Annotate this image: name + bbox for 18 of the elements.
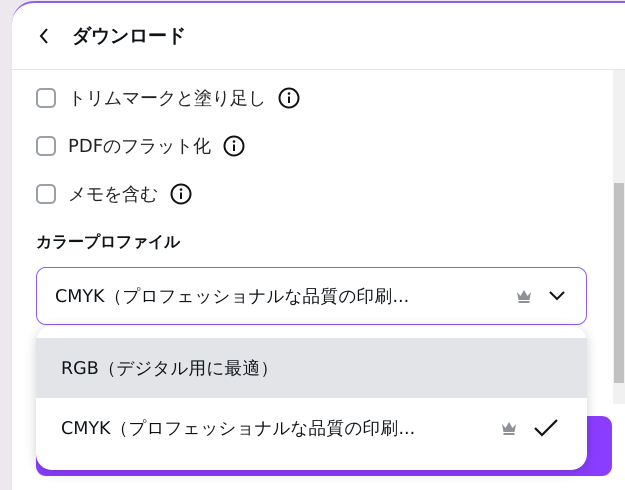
menu-item[interactable]: CMYK（プロフェッショナルな品質の印刷... (36, 398, 587, 458)
checkbox[interactable] (36, 184, 56, 204)
option-label: トリムマークと塗り足し (68, 87, 266, 110)
info-icon[interactable] (223, 135, 246, 157)
section-label: カラープロファイル (36, 232, 182, 253)
info-icon[interactable] (278, 87, 300, 109)
check-icon (533, 418, 559, 438)
back-icon[interactable] (38, 27, 50, 45)
info-icon[interactable] (170, 183, 192, 205)
menu-item[interactable]: RGB（デジタル用に最適） (36, 338, 587, 398)
checkbox[interactable] (36, 136, 56, 156)
option-label: PDFのフラット化 (68, 135, 212, 158)
chevron-down-icon (548, 291, 566, 301)
checkbox[interactable] (36, 88, 56, 108)
scrollbar[interactable] (613, 70, 625, 404)
panel-title: ダウンロード (72, 24, 186, 49)
option-label: メモを含む (68, 183, 158, 206)
color-profile-select[interactable]: CMYK（プロフェッショナルな品質の印刷... (36, 267, 587, 325)
